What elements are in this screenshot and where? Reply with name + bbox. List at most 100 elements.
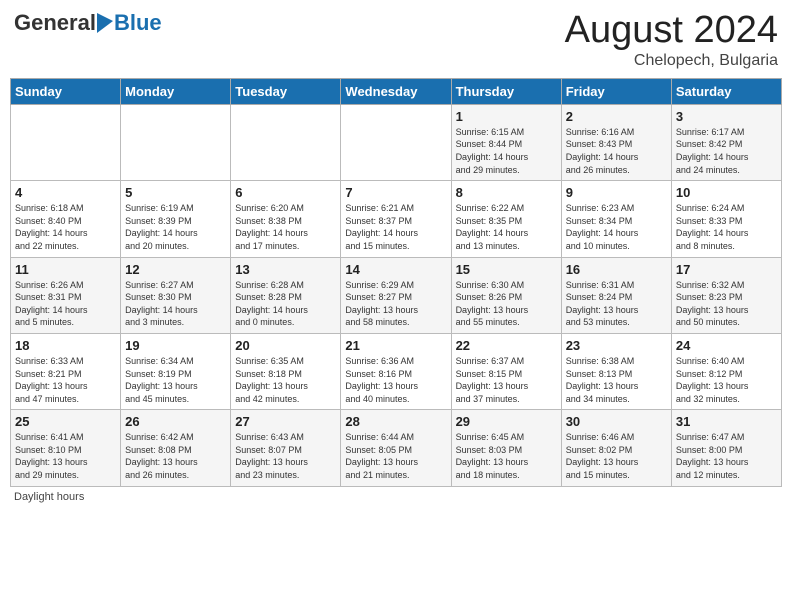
day-info: Sunrise: 6:46 AM Sunset: 8:02 PM Dayligh… (566, 431, 667, 481)
day-info: Sunrise: 6:30 AM Sunset: 8:26 PM Dayligh… (456, 279, 557, 329)
logo-blue-text: Blue (114, 10, 162, 36)
day-info: Sunrise: 6:32 AM Sunset: 8:23 PM Dayligh… (676, 279, 777, 329)
calendar-header-saturday: Saturday (671, 78, 781, 104)
day-number: 22 (456, 338, 557, 353)
calendar-cell: 24 Sunrise: 6:40 AM Sunset: 8:12 PM Dayli… (671, 333, 781, 409)
day-info: Sunrise: 6:44 AM Sunset: 8:05 PM Dayligh… (345, 431, 446, 481)
day-info: Sunrise: 6:21 AM Sunset: 8:37 PM Dayligh… (345, 202, 446, 252)
title-block: August 2024 Chelopech, Bulgaria (565, 10, 778, 70)
day-number: 9 (566, 185, 667, 200)
calendar-cell: 23Sunrise: 6:38 AM Sunset: 8:13 PM Dayli… (561, 333, 671, 409)
calendar-header-thursday: Thursday (451, 78, 561, 104)
calendar-cell: 28 Sunrise: 6:44 AM Sunset: 8:05 PM Dayli… (341, 410, 451, 486)
day-info: Sunrise: 6:34 AM Sunset: 8:19 PM Dayligh… (125, 355, 226, 405)
calendar-header-monday: Monday (121, 78, 231, 104)
day-number: 8 (456, 185, 557, 200)
calendar-cell: 17 Sunrise: 6:32 AM Sunset: 8:23 PM Dayli… (671, 257, 781, 333)
calendar-week-row: 11 Sunrise: 6:26 AM Sunset: 8:31 PM Dayli… (11, 257, 782, 333)
calendar-week-row: 18 Sunrise: 6:33 AM Sunset: 8:21 PM Dayli… (11, 333, 782, 409)
day-info: Sunrise: 6:37 AM Sunset: 8:15 PM Dayligh… (456, 355, 557, 405)
calendar-cell: 4Sunrise: 6:18 AM Sunset: 8:40 PM Daylig… (11, 181, 121, 257)
day-number: 6 (235, 185, 336, 200)
day-number: 7 (345, 185, 446, 200)
day-info: Sunrise: 6:41 AM Sunset: 8:10 PM Dayligh… (15, 431, 116, 481)
location-subtitle: Chelopech, Bulgaria (565, 52, 778, 70)
calendar-table: SundayMondayTuesdayWednesdayThursdayFrid… (10, 78, 782, 487)
calendar-cell: 7 Sunrise: 6:21 AM Sunset: 8:37 PM Daylig… (341, 181, 451, 257)
day-info: Sunrise: 6:43 AM Sunset: 8:07 PM Dayligh… (235, 431, 336, 481)
calendar-cell (341, 104, 451, 180)
day-info: Sunrise: 6:36 AM Sunset: 8:16 PM Dayligh… (345, 355, 446, 405)
calendar-header-wednesday: Wednesday (341, 78, 451, 104)
day-info: Sunrise: 6:26 AM Sunset: 8:31 PM Dayligh… (15, 279, 116, 329)
calendar-cell: 5Sunrise: 6:19 AM Sunset: 8:39 PM Daylig… (121, 181, 231, 257)
day-number: 30 (566, 414, 667, 429)
month-title: August 2024 (565, 10, 778, 52)
day-info: Sunrise: 6:17 AM Sunset: 8:42 PM Dayligh… (676, 126, 777, 176)
day-number: 16 (566, 262, 667, 277)
calendar-week-row: 4Sunrise: 6:18 AM Sunset: 8:40 PM Daylig… (11, 181, 782, 257)
day-info: Sunrise: 6:38 AM Sunset: 8:13 PM Dayligh… (566, 355, 667, 405)
calendar-cell: 18 Sunrise: 6:33 AM Sunset: 8:21 PM Dayli… (11, 333, 121, 409)
day-info: Sunrise: 6:19 AM Sunset: 8:39 PM Dayligh… (125, 202, 226, 252)
calendar-header-friday: Friday (561, 78, 671, 104)
day-info: Sunrise: 6:40 AM Sunset: 8:12 PM Dayligh… (676, 355, 777, 405)
day-number: 28 (345, 414, 446, 429)
calendar-cell (11, 104, 121, 180)
day-info: Sunrise: 6:27 AM Sunset: 8:30 PM Dayligh… (125, 279, 226, 329)
logo: General Blue (14, 10, 162, 36)
day-number: 10 (676, 185, 777, 200)
calendar-cell: 6 Sunrise: 6:20 AM Sunset: 8:38 PM Daylig… (231, 181, 341, 257)
day-number: 24 (676, 338, 777, 353)
calendar-cell: 22 Sunrise: 6:37 AM Sunset: 8:15 PM Dayli… (451, 333, 561, 409)
day-info: Sunrise: 6:45 AM Sunset: 8:03 PM Dayligh… (456, 431, 557, 481)
calendar-header-sunday: Sunday (11, 78, 121, 104)
day-info: Sunrise: 6:22 AM Sunset: 8:35 PM Dayligh… (456, 202, 557, 252)
day-number: 1 (456, 109, 557, 124)
day-number: 20 (235, 338, 336, 353)
day-info: Sunrise: 6:33 AM Sunset: 8:21 PM Dayligh… (15, 355, 116, 405)
day-number: 4 (15, 185, 116, 200)
calendar-cell: 3 Sunrise: 6:17 AM Sunset: 8:42 PM Daylig… (671, 104, 781, 180)
calendar-cell: 31Sunrise: 6:47 AM Sunset: 8:00 PM Dayli… (671, 410, 781, 486)
day-info: Sunrise: 6:31 AM Sunset: 8:24 PM Dayligh… (566, 279, 667, 329)
day-number: 11 (15, 262, 116, 277)
day-number: 31 (676, 414, 777, 429)
day-number: 21 (345, 338, 446, 353)
day-info: Sunrise: 6:23 AM Sunset: 8:34 PM Dayligh… (566, 202, 667, 252)
calendar-cell: 14 Sunrise: 6:29 AM Sunset: 8:27 PM Dayli… (341, 257, 451, 333)
day-info: Sunrise: 6:35 AM Sunset: 8:18 PM Dayligh… (235, 355, 336, 405)
calendar-cell: 16 Sunrise: 6:31 AM Sunset: 8:24 PM Dayli… (561, 257, 671, 333)
day-number: 25 (15, 414, 116, 429)
day-info: Sunrise: 6:29 AM Sunset: 8:27 PM Dayligh… (345, 279, 446, 329)
logo-icon (97, 13, 113, 33)
calendar-cell: 13Sunrise: 6:28 AM Sunset: 8:28 PM Dayli… (231, 257, 341, 333)
calendar-cell: 26 Sunrise: 6:42 AM Sunset: 8:08 PM Dayli… (121, 410, 231, 486)
calendar-cell: 21 Sunrise: 6:36 AM Sunset: 8:16 PM Dayli… (341, 333, 451, 409)
day-number: 15 (456, 262, 557, 277)
day-number: 17 (676, 262, 777, 277)
calendar-week-row: 25 Sunrise: 6:41 AM Sunset: 8:10 PM Dayli… (11, 410, 782, 486)
calendar-header-tuesday: Tuesday (231, 78, 341, 104)
day-info: Sunrise: 6:20 AM Sunset: 8:38 PM Dayligh… (235, 202, 336, 252)
calendar-cell: 2 Sunrise: 6:16 AM Sunset: 8:43 PM Daylig… (561, 104, 671, 180)
calendar-cell: 19Sunrise: 6:34 AM Sunset: 8:19 PM Dayli… (121, 333, 231, 409)
day-number: 14 (345, 262, 446, 277)
day-number: 29 (456, 414, 557, 429)
day-number: 12 (125, 262, 226, 277)
day-number: 18 (15, 338, 116, 353)
calendar-cell: 9 Sunrise: 6:23 AM Sunset: 8:34 PM Daylig… (561, 181, 671, 257)
day-number: 2 (566, 109, 667, 124)
day-info: Sunrise: 6:28 AM Sunset: 8:28 PM Dayligh… (235, 279, 336, 329)
calendar-cell: 10Sunrise: 6:24 AM Sunset: 8:33 PM Dayli… (671, 181, 781, 257)
calendar-cell (231, 104, 341, 180)
calendar-week-row: 1Sunrise: 6:15 AM Sunset: 8:44 PM Daylig… (11, 104, 782, 180)
calendar-cell: 11 Sunrise: 6:26 AM Sunset: 8:31 PM Dayli… (11, 257, 121, 333)
day-info: Sunrise: 6:16 AM Sunset: 8:43 PM Dayligh… (566, 126, 667, 176)
calendar-header-row: SundayMondayTuesdayWednesdayThursdayFrid… (11, 78, 782, 104)
calendar-cell: 15 Sunrise: 6:30 AM Sunset: 8:26 PM Dayli… (451, 257, 561, 333)
day-number: 26 (125, 414, 226, 429)
day-info: Sunrise: 6:42 AM Sunset: 8:08 PM Dayligh… (125, 431, 226, 481)
calendar-cell: 12 Sunrise: 6:27 AM Sunset: 8:30 PM Dayli… (121, 257, 231, 333)
day-number: 3 (676, 109, 777, 124)
